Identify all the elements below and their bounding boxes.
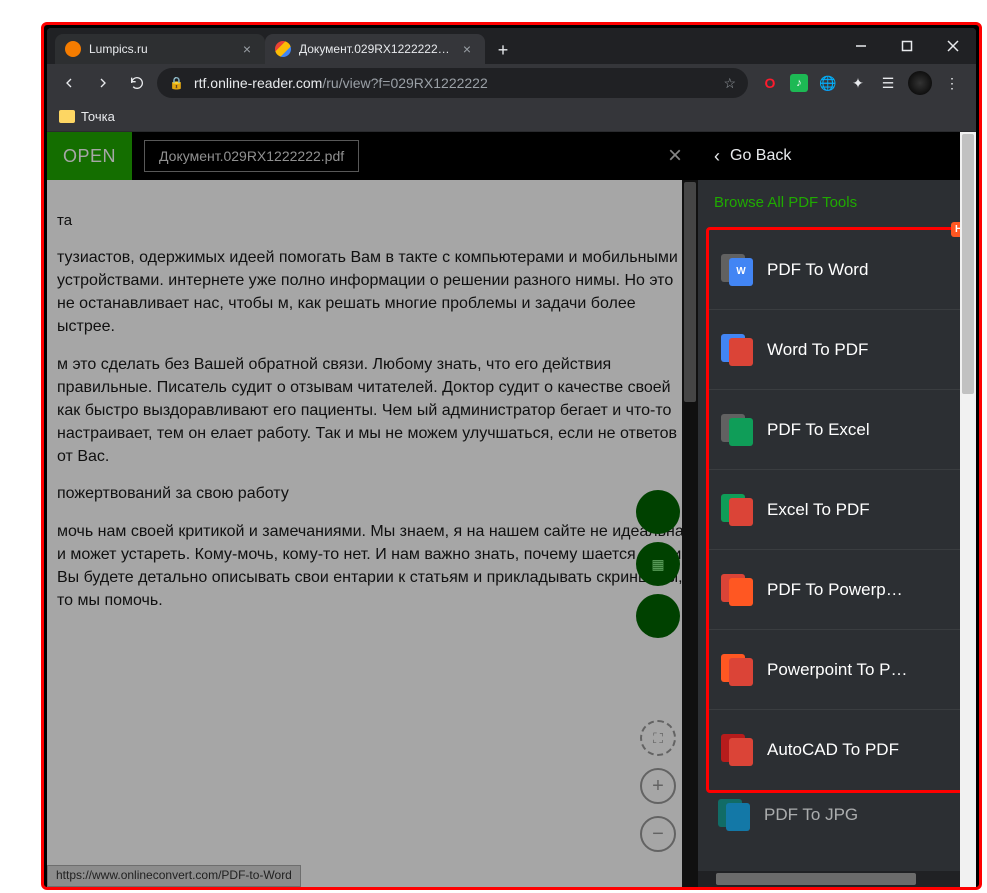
nav-forward[interactable] [89, 69, 117, 97]
viewer-close-icon[interactable]: × [668, 142, 682, 170]
tool-icon [721, 654, 753, 686]
pdf-viewer: OPEN Документ.029RX1222222.pdf × та тузи… [47, 132, 698, 887]
scrollbar-thumb[interactable] [684, 182, 696, 402]
profile-avatar[interactable] [908, 71, 932, 95]
bookmark-item[interactable]: Точка [81, 109, 115, 124]
browser-window: Lumpics.ru × Документ.029RX1222222.pdf ×… [47, 28, 976, 887]
tool-label: PDF To Excel [767, 420, 957, 440]
tool-icon [721, 334, 753, 366]
window-controls [838, 28, 976, 64]
tool-powerpoint-to-pdf[interactable]: Powerpoint To P… [709, 630, 969, 710]
status-bar: https://www.onlineconvert.com/PDF-to-Wor… [47, 865, 301, 887]
nav-back[interactable] [55, 69, 83, 97]
bookmarks-bar: Точка [47, 102, 976, 132]
viewer-scrollbar[interactable] [682, 180, 698, 887]
nav-reload[interactable] [123, 69, 151, 97]
zoom-out-button[interactable]: − [640, 816, 676, 852]
floating-actions: ▦ [636, 490, 680, 638]
tool-pdf-to-jpg[interactable]: PDF To JPG [706, 793, 968, 837]
tab-strip: Lumpics.ru × Документ.029RX1222222.pdf ×… [47, 28, 976, 64]
tools-sidebar: ‹ Go Back Browse All PDF Tools HO W PDF … [698, 132, 976, 887]
bookmark-star-icon[interactable]: ☆ [723, 75, 736, 92]
tool-pdf-to-word[interactable]: W PDF To Word [709, 230, 969, 310]
screenshot-highlight-border: Lumpics.ru × Документ.029RX1222222.pdf ×… [41, 22, 982, 890]
page-content: OPEN Документ.029RX1222222.pdf × та тузи… [47, 132, 976, 887]
ext-music-icon[interactable]: ♪ [790, 74, 808, 92]
tool-icon [721, 414, 753, 446]
doc-paragraph: тузиастов, одержимых идеей помогать Вам … [57, 246, 688, 339]
filename-display[interactable]: Документ.029RX1222222.pdf [144, 140, 359, 172]
tool-label: Powerpoint To P… [767, 660, 957, 680]
tool-icon [721, 574, 753, 606]
status-url: https://www.onlineconvert.com/PDF-to-Wor… [56, 868, 292, 882]
tool-icon [721, 494, 753, 526]
tab-favicon [275, 41, 291, 57]
tool-pdf-to-excel[interactable]: PDF To Excel [709, 390, 969, 470]
go-back-label: Go Back [730, 147, 791, 165]
tool-word-to-pdf[interactable]: Word To PDF [709, 310, 969, 390]
doc-paragraph: мочь нам своей критикой и замечаниями. М… [57, 520, 688, 613]
url-text: rtf.online-reader.com/ru/view?f=029RX122… [194, 75, 488, 91]
doc-fragment: та [57, 210, 688, 232]
tool-label: Excel To PDF [767, 500, 957, 520]
tool-icon [718, 799, 750, 831]
page-scrollbar[interactable] [960, 132, 976, 887]
tab-close[interactable]: × [239, 41, 255, 57]
open-button[interactable]: OPEN [47, 132, 132, 180]
bookmark-folder-icon [59, 110, 75, 123]
window-minimize[interactable] [838, 28, 884, 64]
doc-paragraph: пожертвований за свою работу [57, 482, 688, 505]
fab-button-2[interactable]: ▦ [636, 542, 680, 586]
extensions-area: O ♪ 🌐 ✦ ☰ ⋮ [754, 71, 968, 95]
lock-icon: 🔒 [169, 76, 184, 90]
tool-label: PDF To JPG [764, 805, 956, 825]
tab-document[interactable]: Документ.029RX1222222.pdf × [265, 34, 485, 64]
tool-excel-to-pdf[interactable]: Excel To PDF [709, 470, 969, 550]
reading-list-icon[interactable]: ☰ [878, 73, 898, 93]
tool-label: PDF To Powerp… [767, 580, 957, 600]
filename-text: Документ.029RX1222222.pdf [159, 148, 344, 164]
fab-button-3[interactable] [636, 594, 680, 638]
ext-opera-icon[interactable]: O [760, 73, 780, 93]
extensions-puzzle-icon[interactable]: ✦ [848, 73, 868, 93]
zoom-controls: ⛶ + − [640, 720, 676, 852]
browse-all-link[interactable]: Browse All PDF Tools [698, 180, 976, 221]
tool-label: Word To PDF [767, 340, 957, 360]
tool-autocad-to-pdf[interactable]: AutoCAD To PDF [709, 710, 969, 790]
fullscreen-button[interactable]: ⛶ [640, 720, 676, 756]
viewer-toolbar: OPEN Документ.029RX1222222.pdf × [47, 132, 698, 180]
tool-label: PDF To Word [767, 260, 957, 280]
tab-title: Lumpics.ru [89, 42, 231, 56]
window-maximize[interactable] [884, 28, 930, 64]
tool-icon: W [721, 254, 753, 286]
tool-label: AutoCAD To PDF [767, 740, 957, 760]
scrollbar-thumb[interactable] [716, 873, 916, 885]
window-close[interactable] [930, 28, 976, 64]
tab-lumpics[interactable]: Lumpics.ru × [55, 34, 265, 64]
sidebar-h-scrollbar[interactable] [698, 871, 960, 887]
tool-icon [721, 734, 753, 766]
tab-favicon [65, 41, 81, 57]
new-tab-button[interactable]: + [489, 36, 517, 64]
omnibox[interactable]: 🔒 rtf.online-reader.com/ru/view?f=029RX1… [157, 68, 748, 98]
toolbar: 🔒 rtf.online-reader.com/ru/view?f=029RX1… [47, 64, 976, 102]
chevron-left-icon: ‹ [714, 146, 720, 167]
doc-paragraph: м это сделать без Вашей обратной связи. … [57, 353, 688, 469]
tab-close[interactable]: × [459, 41, 475, 57]
go-back-button[interactable]: ‹ Go Back [698, 132, 976, 180]
scrollbar-thumb[interactable] [962, 134, 974, 394]
browser-menu-icon[interactable]: ⋮ [942, 73, 962, 93]
tools-highlight-box: HO W PDF To Word Word To PDF [706, 227, 972, 793]
ext-globe-icon[interactable]: 🌐 [818, 73, 838, 93]
tool-pdf-to-powerpoint[interactable]: PDF To Powerp… [709, 550, 969, 630]
fab-button-1[interactable] [636, 490, 680, 534]
zoom-in-button[interactable]: + [640, 768, 676, 804]
tab-title: Документ.029RX1222222.pdf [299, 42, 451, 56]
document-body: та тузиастов, одержимых идеей помогать В… [47, 180, 698, 887]
